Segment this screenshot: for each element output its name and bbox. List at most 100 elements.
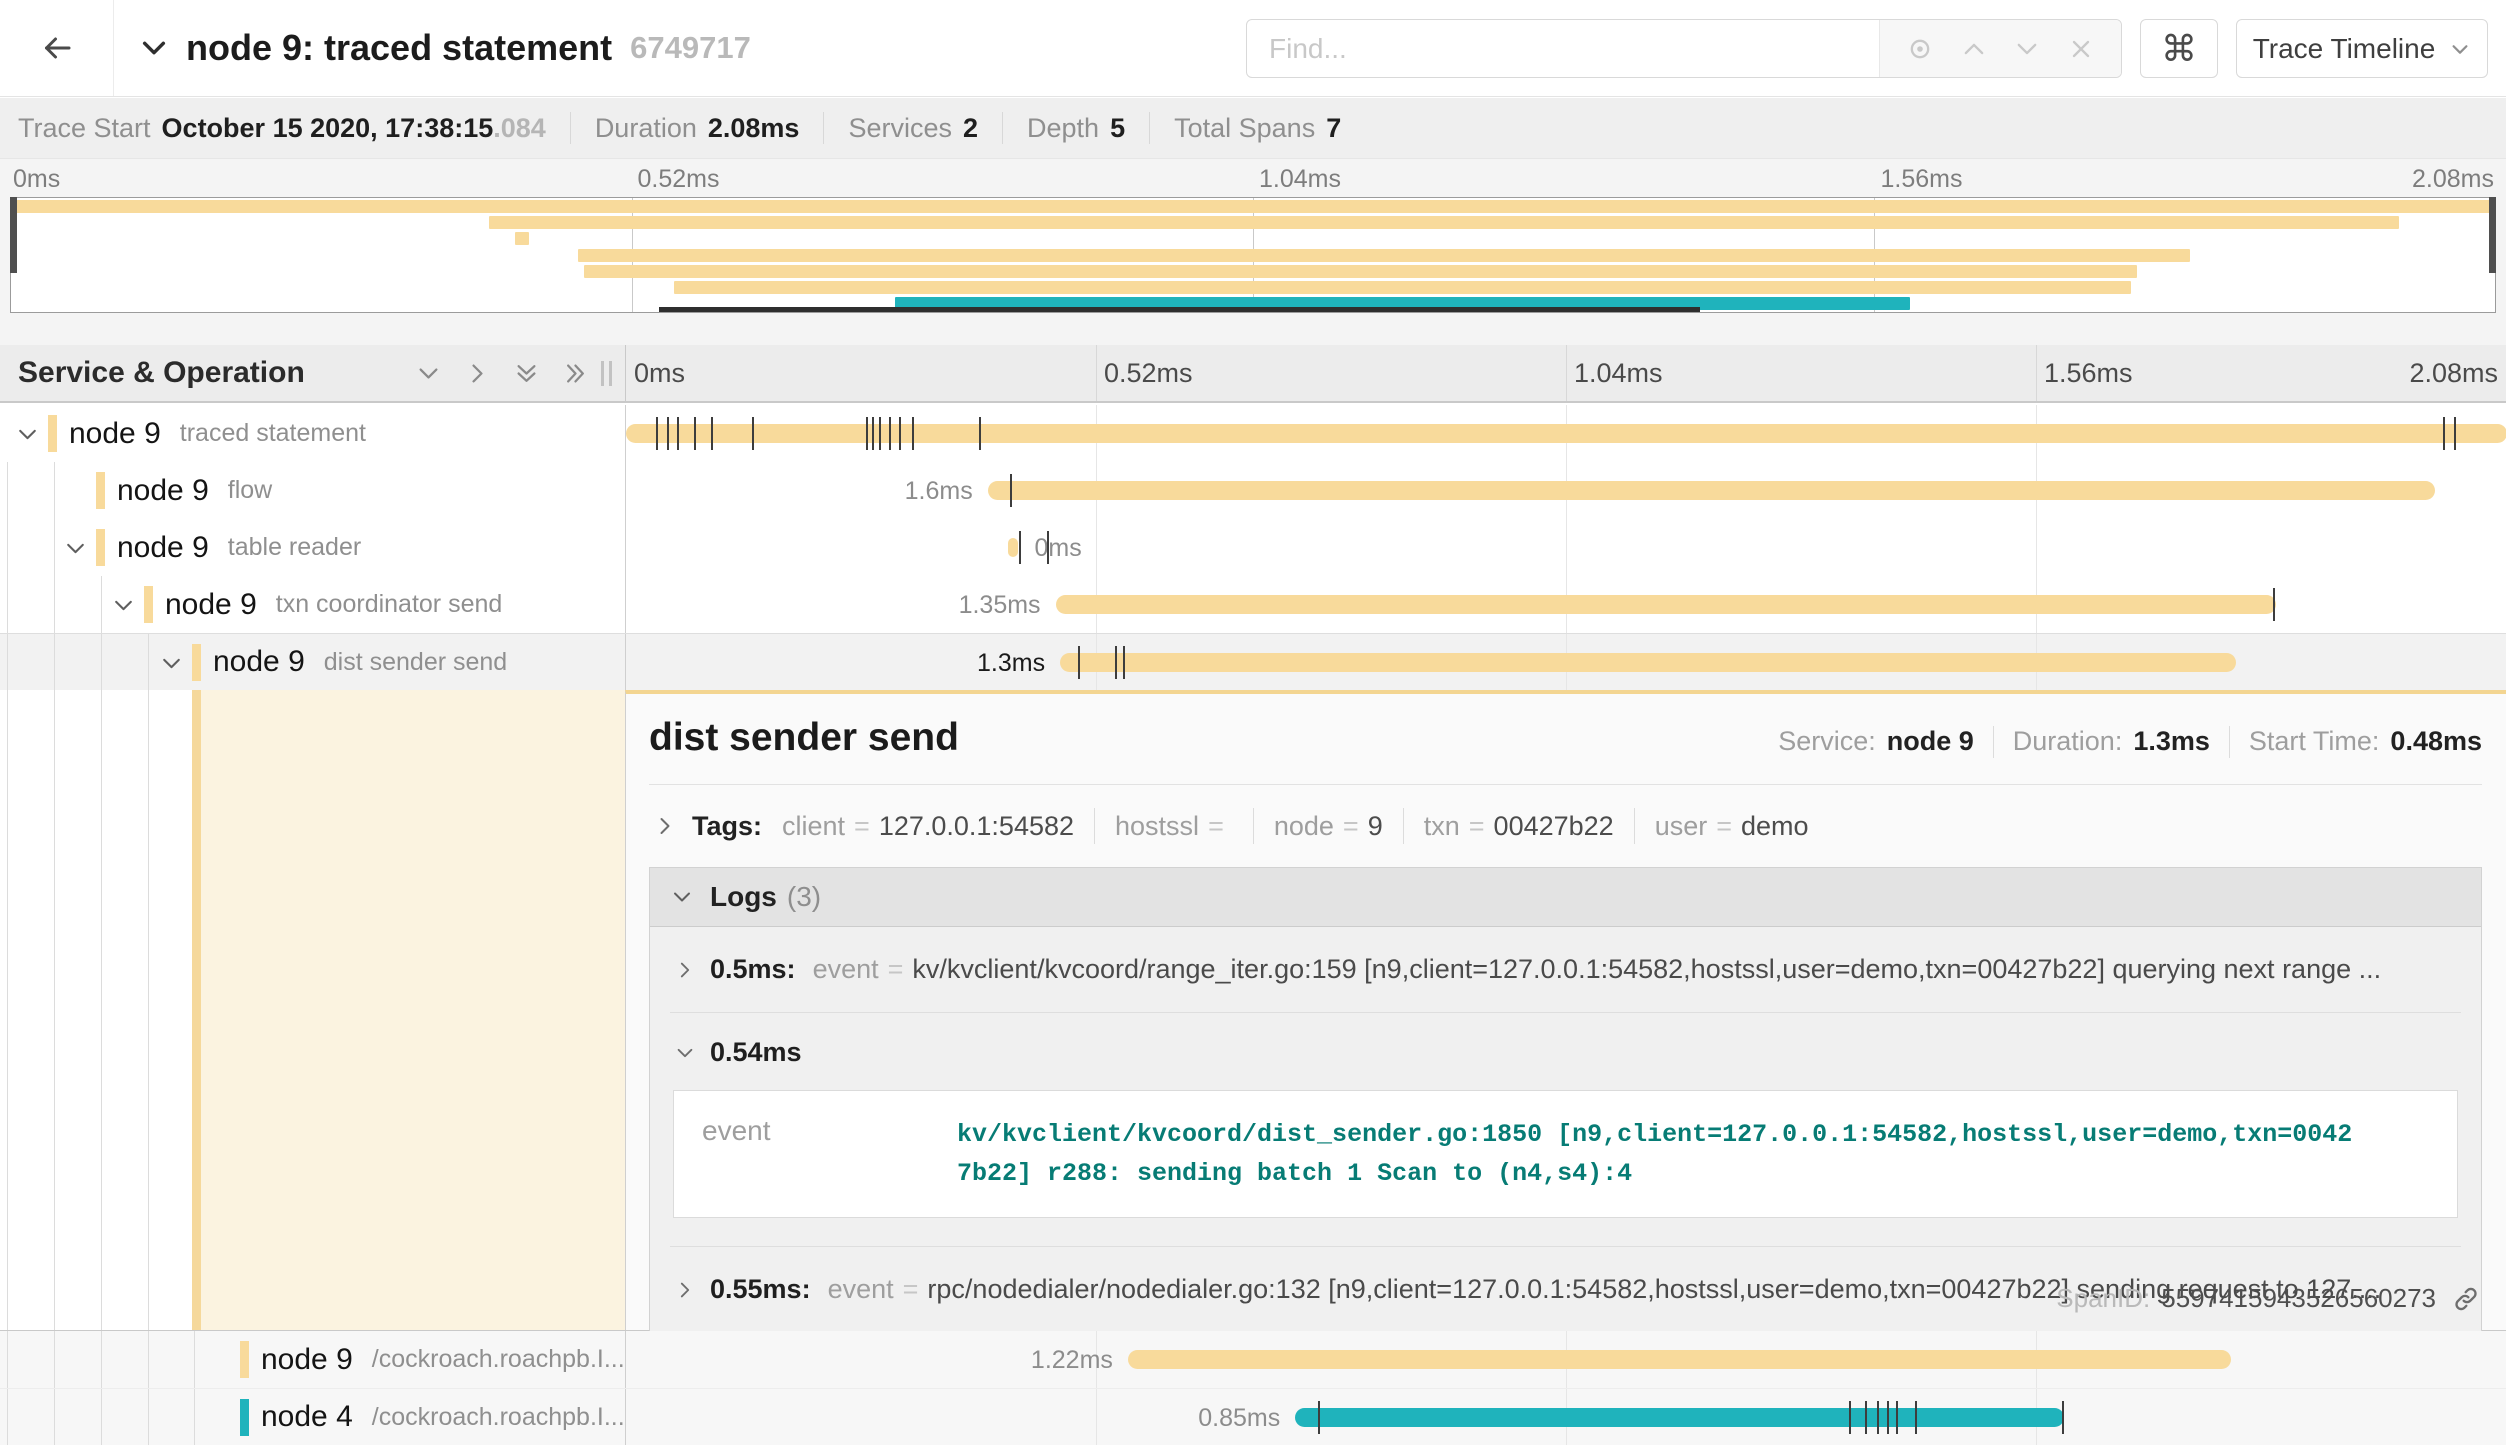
log-marker-tick (899, 417, 901, 450)
span-row[interactable]: node 9txn coordinator send1.35ms (0, 576, 2506, 633)
span-duration-bar[interactable] (1056, 595, 2277, 614)
tags-row[interactable]: Tags: client=127.0.0.1:54582hostssl=node… (649, 803, 2482, 849)
log-row-expanded-header[interactable]: 0.54ms (670, 1037, 2461, 1068)
log-row[interactable]: 0.5ms: event = kv/kvclient/kvcoord/range… (670, 927, 2461, 1012)
span-detail-indent (0, 690, 625, 1330)
tree-guide-line (7, 690, 8, 1330)
back-button[interactable] (0, 0, 114, 96)
chevron-down-icon[interactable] (415, 360, 442, 387)
span-name-cell: node 4/cockroach.roachpb.I... (0, 1389, 625, 1445)
column-resizer-handle[interactable] (601, 361, 612, 386)
span-row[interactable]: node 9traced statement (0, 405, 2506, 462)
span-duration-bar[interactable] (626, 424, 2506, 443)
log-field-value: kv/kvclient/kvcoord/range_iter.go:159 [n… (912, 954, 2381, 985)
equals-sign: = (903, 1274, 919, 1305)
chevron-down-icon[interactable] (138, 32, 170, 64)
tags-list: client=127.0.0.1:54582hostssl=node=9txn=… (782, 808, 1809, 844)
expand-collapse-toolbar (415, 345, 589, 401)
keyboard-shortcuts-button[interactable]: ⌘ (2140, 19, 2218, 78)
chevron-down-icon[interactable] (15, 422, 40, 447)
chevron-down-icon[interactable] (111, 593, 136, 618)
summary-item: Services2 (848, 113, 978, 144)
log-marker-tick (1019, 531, 1021, 564)
double-chevron-down-icon[interactable] (513, 360, 540, 387)
chevron-up-icon[interactable] (1960, 35, 1988, 63)
logs-header[interactable]: Logs (3) (650, 868, 2481, 927)
span-row[interactable]: node 9/cockroach.roachpb.I...1.22ms (0, 1331, 2506, 1388)
summary-item: Duration2.08ms (595, 113, 800, 144)
span-detail-row: dist sender send Service:node 9Duration:… (0, 690, 2506, 1331)
find-bar (1246, 19, 2122, 78)
link-icon[interactable] (2452, 1285, 2480, 1313)
log-marker-tick (2454, 417, 2456, 450)
span-timeline-cell[interactable]: 1.35ms (625, 576, 2506, 633)
locate-icon[interactable] (1906, 35, 1934, 63)
minimap-right-handle[interactable] (2489, 197, 2496, 273)
span-duration-bar[interactable] (1295, 1408, 2064, 1427)
chevron-down-icon[interactable] (63, 536, 88, 561)
minimap-span-bar (11, 200, 2495, 213)
span-timeline-cell[interactable]: 1.22ms (625, 1331, 2506, 1388)
span-timeline-cell[interactable]: 1.6ms (625, 462, 2506, 519)
tree-guide-line (7, 519, 8, 576)
span-row[interactable]: node 9table reader 0ms (0, 519, 2506, 576)
ruler-gridline (1566, 345, 1567, 401)
tree-guide-line (194, 1389, 195, 1445)
close-icon[interactable] (2067, 35, 2095, 63)
chevron-down-icon[interactable] (2013, 35, 2041, 63)
service-operation-header: Service & Operation (0, 345, 625, 401)
span-operation-name: dist sender send (324, 648, 507, 677)
tree-guide-line (54, 690, 55, 1330)
summary-item: Depth5 (1027, 113, 1125, 144)
tree-guide-line (101, 634, 102, 690)
span-duration-bar[interactable] (1128, 1350, 2231, 1369)
tree-guide-line (54, 1331, 55, 1388)
minimap-span-bar (584, 265, 2137, 278)
span-timeline-cell[interactable]: 0ms (625, 519, 2506, 576)
span-color-bar (96, 529, 105, 566)
view-selector-button[interactable]: Trace Timeline (2236, 19, 2488, 78)
command-icon: ⌘ (2161, 28, 2197, 70)
tree-guide-line (7, 1389, 8, 1445)
log-marker-tick (1010, 474, 1012, 507)
timeline-ruler: 0ms0.52ms1.04ms1.56ms2.08ms (625, 345, 2506, 401)
ruler-gridline (1096, 345, 1097, 401)
log-marker-tick (889, 417, 891, 450)
find-input[interactable] (1247, 20, 1879, 77)
span-color-bar (48, 415, 57, 452)
chevron-right-icon[interactable] (464, 360, 491, 387)
span-timeline-cell[interactable]: 1.3ms (625, 634, 2506, 690)
minimap-canvas[interactable] (10, 197, 2496, 313)
span-color-bar (192, 644, 201, 681)
tree-guide-line (101, 690, 102, 1330)
span-service-name: node 9 (261, 1343, 353, 1377)
span-duration-label: 0.85ms (1198, 1404, 1280, 1433)
span-name: node 9table reader (117, 519, 361, 576)
divider (570, 112, 571, 144)
span-row[interactable]: node 9flow1.6ms (0, 462, 2506, 519)
log-field-key: event (702, 1115, 957, 1193)
span-name: node 9traced statement (69, 405, 366, 462)
span-name-cell: node 9traced statement (0, 405, 625, 462)
log-marker-tick (1115, 646, 1117, 679)
minimap-left-handle[interactable] (10, 197, 17, 273)
log-marker-tick (1078, 646, 1080, 679)
span-timeline-cell[interactable]: 0.85ms (625, 1389, 2506, 1445)
span-row[interactable]: node 9dist sender send1.3ms (0, 633, 2506, 690)
span-color-bar (144, 586, 153, 623)
log-marker-tick (677, 417, 679, 450)
double-chevron-right-icon[interactable] (562, 360, 589, 387)
span-color-bar (240, 1399, 249, 1436)
span-duration-bar[interactable] (988, 481, 2435, 500)
tree-guide-line (7, 634, 8, 690)
span-timeline-cell[interactable] (625, 405, 2506, 462)
span-row[interactable]: node 4/cockroach.roachpb.I... 0.85ms (0, 1388, 2506, 1445)
minimap-span-bar (489, 216, 2400, 229)
tree-guide-line (148, 1389, 149, 1445)
span-duration-bar[interactable] (1008, 538, 1019, 557)
ruler-tick-label: 1.04ms (1574, 358, 1663, 389)
span-duration-bar[interactable] (1060, 653, 2236, 672)
chevron-down-icon[interactable] (159, 651, 184, 676)
divider (1149, 112, 1150, 144)
log-marker-tick (2062, 1401, 2064, 1434)
